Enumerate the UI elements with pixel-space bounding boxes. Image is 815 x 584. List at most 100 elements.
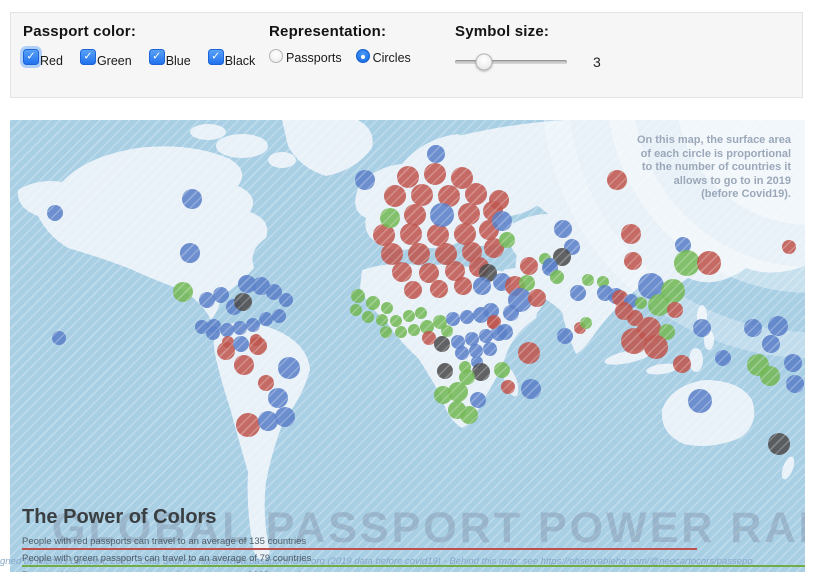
country-circle[interactable] bbox=[465, 183, 487, 205]
country-circle[interactable] bbox=[744, 319, 762, 337]
country-circle[interactable] bbox=[499, 232, 515, 248]
country-circle[interactable] bbox=[582, 274, 594, 286]
slider-thumb[interactable] bbox=[476, 54, 493, 71]
country-circle[interactable] bbox=[570, 285, 586, 301]
country-circle[interactable] bbox=[408, 324, 420, 336]
country-circle[interactable] bbox=[760, 366, 780, 386]
country-circle[interactable] bbox=[234, 355, 254, 375]
checkbox-icon[interactable]: ✓ bbox=[208, 49, 224, 65]
country-circle[interactable] bbox=[236, 413, 260, 437]
country-circle[interactable] bbox=[381, 302, 393, 314]
country-circle[interactable] bbox=[397, 166, 419, 188]
country-circle[interactable] bbox=[554, 220, 572, 238]
symbol-size-slider[interactable] bbox=[455, 60, 567, 64]
country-circle[interactable] bbox=[355, 170, 375, 190]
country-circle[interactable] bbox=[762, 335, 780, 353]
checkbox-icon[interactable]: ✓ bbox=[80, 49, 96, 65]
country-circle[interactable] bbox=[259, 312, 273, 326]
country-circle[interactable] bbox=[199, 292, 215, 308]
radio-icon[interactable] bbox=[269, 49, 283, 63]
country-circle[interactable] bbox=[350, 304, 362, 316]
country-circle[interactable] bbox=[408, 243, 430, 265]
country-circle[interactable] bbox=[621, 328, 647, 354]
country-circle[interactable] bbox=[454, 277, 472, 295]
country-circle[interactable] bbox=[258, 411, 278, 431]
country-circle[interactable] bbox=[404, 204, 426, 226]
country-circle[interactable] bbox=[362, 311, 374, 323]
country-circle[interactable] bbox=[441, 325, 453, 337]
country-circle[interactable] bbox=[460, 310, 474, 324]
country-circle[interactable] bbox=[528, 289, 546, 307]
country-circle[interactable] bbox=[624, 252, 642, 270]
country-circle[interactable] bbox=[380, 326, 392, 338]
country-circle[interactable] bbox=[47, 205, 63, 221]
country-circle[interactable] bbox=[673, 355, 691, 373]
country-circle[interactable] bbox=[427, 224, 449, 246]
country-circle[interactable] bbox=[487, 317, 499, 329]
country-circle[interactable] bbox=[430, 203, 454, 227]
country-circle[interactable] bbox=[782, 240, 796, 254]
country-circle[interactable] bbox=[520, 257, 538, 275]
country-circle[interactable] bbox=[52, 331, 66, 345]
country-circle[interactable] bbox=[427, 145, 445, 163]
country-circle[interactable] bbox=[693, 319, 711, 337]
country-circle[interactable] bbox=[395, 326, 407, 338]
country-circle[interactable] bbox=[543, 258, 557, 272]
country-circle[interactable] bbox=[688, 389, 712, 413]
country-circle[interactable] bbox=[621, 224, 641, 244]
country-circle[interactable] bbox=[434, 336, 450, 352]
country-circle[interactable] bbox=[384, 185, 406, 207]
country-circle[interactable] bbox=[492, 211, 512, 231]
country-circle[interactable] bbox=[272, 309, 286, 323]
country-circle[interactable] bbox=[233, 321, 247, 335]
country-circle[interactable] bbox=[213, 287, 229, 303]
country-circle[interactable] bbox=[233, 336, 249, 352]
country-circle[interactable] bbox=[458, 203, 480, 225]
country-circle[interactable] bbox=[220, 323, 234, 337]
country-circle[interactable] bbox=[455, 346, 469, 360]
country-circle[interactable] bbox=[419, 263, 439, 283]
country-circle[interactable] bbox=[351, 289, 365, 303]
country-circle[interactable] bbox=[279, 293, 293, 307]
country-circle[interactable] bbox=[217, 342, 235, 360]
country-circle[interactable] bbox=[278, 357, 300, 379]
country-circle[interactable] bbox=[403, 310, 415, 322]
country-circle[interactable] bbox=[422, 331, 436, 345]
checkbox-red[interactable]: ✓Red bbox=[23, 49, 63, 65]
country-circle[interactable] bbox=[473, 277, 491, 295]
radio-passports[interactable]: Passports bbox=[269, 49, 342, 63]
checkbox-green[interactable]: ✓Green bbox=[80, 49, 132, 65]
country-circle[interactable] bbox=[381, 243, 403, 265]
country-circle[interactable] bbox=[483, 342, 497, 356]
checkbox-icon[interactable]: ✓ bbox=[149, 49, 165, 65]
country-circle[interactable] bbox=[697, 251, 721, 275]
country-circle[interactable] bbox=[784, 354, 802, 372]
country-circle[interactable] bbox=[580, 317, 592, 329]
country-circle[interactable] bbox=[786, 375, 804, 393]
country-circle[interactable] bbox=[521, 379, 541, 399]
country-circle[interactable] bbox=[258, 375, 274, 391]
country-circle[interactable] bbox=[380, 208, 400, 228]
country-circle[interactable] bbox=[648, 294, 670, 316]
country-circle[interactable] bbox=[206, 326, 220, 340]
country-circle[interactable] bbox=[479, 329, 493, 343]
country-circle[interactable] bbox=[437, 363, 453, 379]
country-circle[interactable] bbox=[607, 170, 627, 190]
checkbox-icon[interactable]: ✓ bbox=[23, 49, 39, 65]
country-circle[interactable] bbox=[550, 270, 564, 284]
country-circle[interactable] bbox=[390, 315, 402, 327]
country-circle[interactable] bbox=[460, 406, 478, 424]
country-circle[interactable] bbox=[557, 328, 573, 344]
country-circle[interactable] bbox=[180, 243, 200, 263]
radio-circles[interactable]: Circles bbox=[356, 49, 411, 63]
country-circle[interactable] bbox=[470, 392, 486, 408]
country-circle[interactable] bbox=[400, 223, 422, 245]
country-circle[interactable] bbox=[182, 189, 202, 209]
country-circle[interactable] bbox=[494, 362, 510, 378]
country-circle[interactable] bbox=[234, 293, 252, 311]
country-circle[interactable] bbox=[275, 407, 295, 427]
country-circle[interactable] bbox=[644, 335, 668, 359]
country-circle[interactable] bbox=[674, 250, 700, 276]
country-circle[interactable] bbox=[473, 307, 489, 323]
country-circle[interactable] bbox=[454, 223, 476, 245]
